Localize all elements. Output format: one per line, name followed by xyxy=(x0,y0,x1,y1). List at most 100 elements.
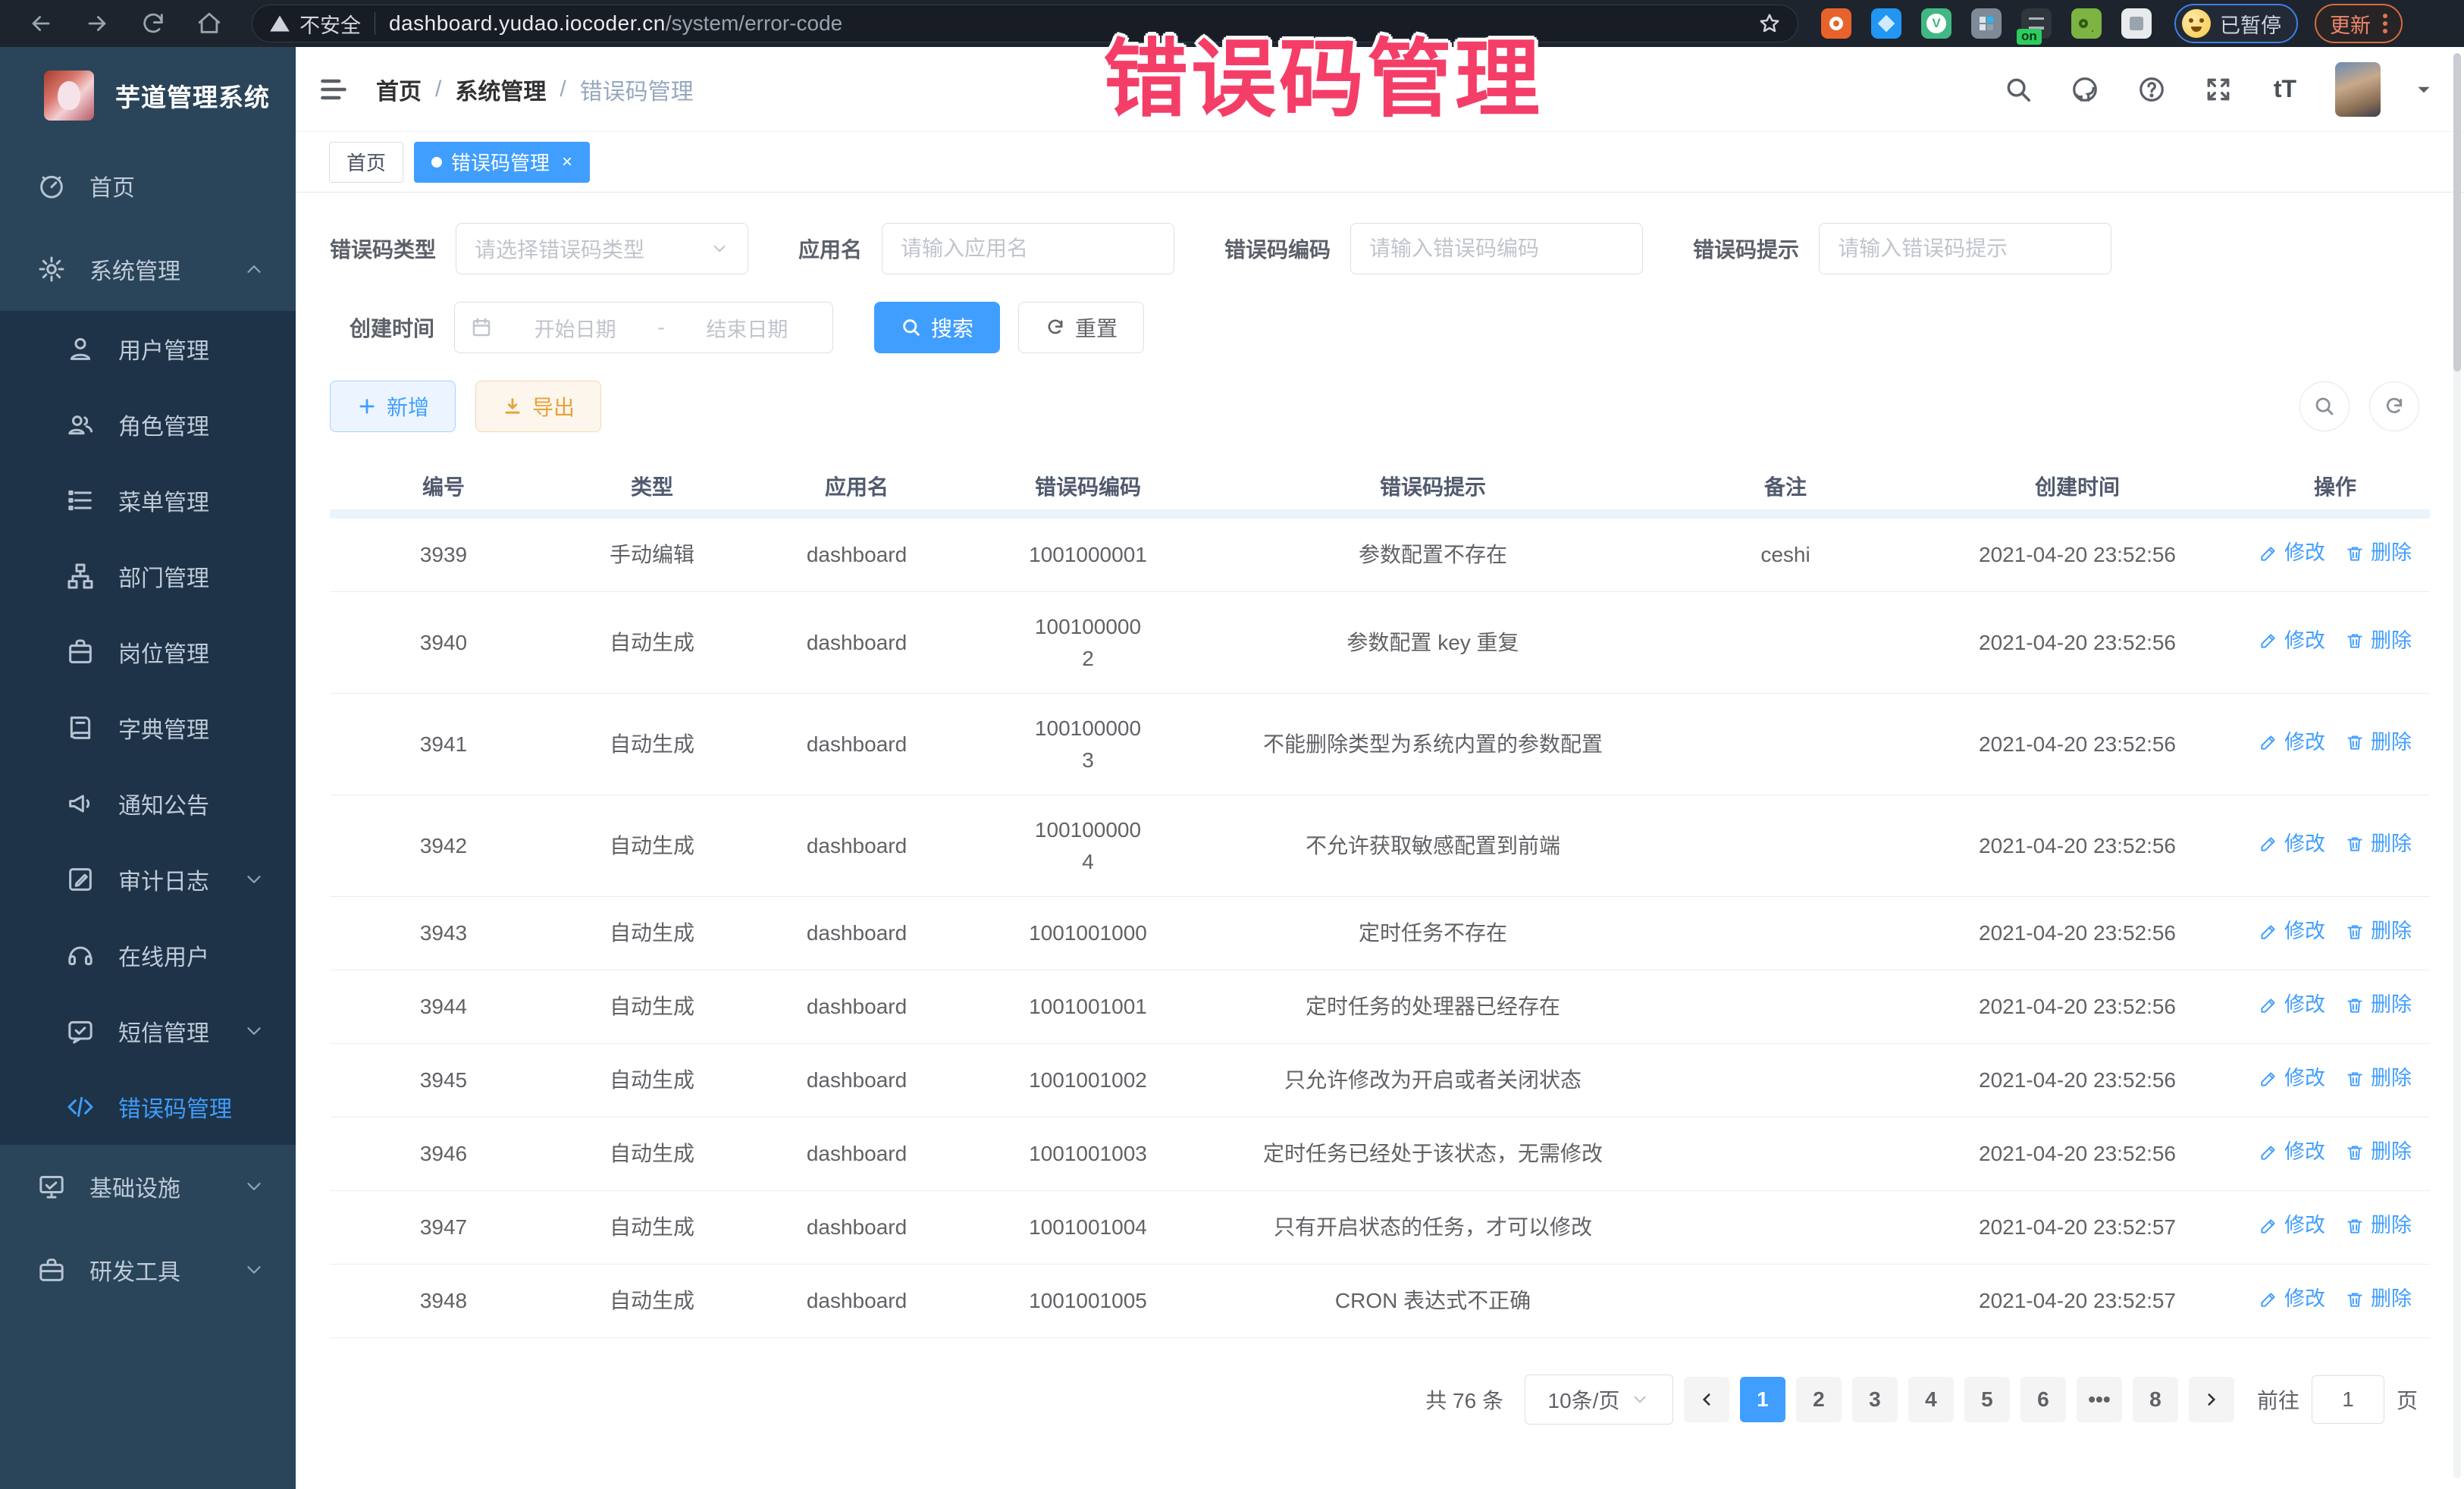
sidebar-item-14[interactable]: 研发工具 xyxy=(0,1228,296,1312)
tag-close-icon[interactable]: × xyxy=(562,152,572,173)
page-scrollbar[interactable] xyxy=(2453,53,2461,1478)
browser-forward-icon[interactable] xyxy=(82,8,112,39)
user-avatar[interactable] xyxy=(2335,62,2381,117)
error-type-select[interactable]: 请选择错误码类型 xyxy=(456,223,748,274)
bookmark-star-icon[interactable] xyxy=(1758,12,1781,35)
breadcrumb-item-1[interactable]: 系统管理 xyxy=(455,73,546,106)
font-size-icon[interactable]: tT xyxy=(2268,73,2302,106)
delete-link[interactable]: 删除 xyxy=(2345,829,2412,860)
page-button-3[interactable]: 3 xyxy=(1852,1377,1898,1422)
page-button-1[interactable]: 1 xyxy=(1740,1377,1785,1422)
sidebar-item-3[interactable]: 角色管理 xyxy=(0,387,296,462)
sidebar-item-0[interactable]: 首页 xyxy=(0,144,296,227)
edit-link[interactable]: 修改 xyxy=(2259,625,2325,657)
delete-link[interactable]: 删除 xyxy=(2345,538,2412,569)
sidebar-item-7[interactable]: 字典管理 xyxy=(0,690,296,766)
edit-link[interactable]: 修改 xyxy=(2259,1210,2325,1241)
extension-switch-icon[interactable]: on xyxy=(2021,8,2052,39)
reset-button[interactable]: 重置 xyxy=(1018,302,1144,353)
edit-link[interactable]: 修改 xyxy=(2259,916,2325,947)
sidebar-item-9[interactable]: 审计日志 xyxy=(0,842,296,917)
extension-puzzle-icon[interactable] xyxy=(2121,8,2152,39)
filter-input-2[interactable] xyxy=(1350,223,1643,274)
prev-page-button[interactable] xyxy=(1684,1377,1729,1422)
sidebar-item-5[interactable]: 部门管理 xyxy=(0,538,296,614)
filter-text-input[interactable] xyxy=(1838,237,2093,261)
annotation-overlay-text: 错误码管理 xyxy=(1103,11,1543,133)
tag-view-1[interactable]: 错误码管理× xyxy=(414,142,590,183)
page-ellipsis-button[interactable]: ••• xyxy=(2077,1377,2122,1422)
date-range-picker[interactable]: 开始日期 - 结束日期 xyxy=(454,302,833,353)
delete-link[interactable]: 删除 xyxy=(2345,989,2412,1020)
page-button-8[interactable]: 8 xyxy=(2133,1377,2178,1422)
address-bar[interactable]: 不安全 dashboard.yudao.iocoder.cn/system/er… xyxy=(252,5,1798,42)
delete-link[interactable]: 删除 xyxy=(2345,1284,2412,1315)
sidebar-item-2[interactable]: 用户管理 xyxy=(0,311,296,387)
browser-profile-chip[interactable]: 已暂停 xyxy=(2174,4,2298,43)
sidebar-item-13[interactable]: 基础设施 xyxy=(0,1145,296,1228)
edit-link[interactable]: 修改 xyxy=(2259,1136,2325,1168)
sidebar-item-6[interactable]: 岗位管理 xyxy=(0,614,296,690)
toggle-search-icon[interactable] xyxy=(2299,381,2350,431)
page-size-select[interactable]: 10条/页 xyxy=(1525,1375,1673,1425)
delete-link[interactable]: 删除 xyxy=(2345,1136,2412,1168)
chevron-down-icon xyxy=(243,1175,265,1198)
app-logo-row[interactable]: 芋道管理系统 xyxy=(0,47,296,144)
filter-text-input[interactable] xyxy=(1369,237,1624,261)
search-button[interactable]: 搜索 xyxy=(874,302,1000,353)
extension-key-icon[interactable] xyxy=(2071,8,2102,39)
cell-actions: 修改删除 xyxy=(2240,908,2430,958)
cell-type: 自动生成 xyxy=(557,1277,747,1324)
sidebar-item-1[interactable]: 系统管理 xyxy=(0,227,296,311)
filter-text-input[interactable] xyxy=(901,237,1155,261)
sidebar-item-4[interactable]: 菜单管理 xyxy=(0,462,296,538)
page-button-4[interactable]: 4 xyxy=(1908,1377,1954,1422)
export-button[interactable]: 导出 xyxy=(475,381,601,432)
edit-link[interactable]: 修改 xyxy=(2259,538,2325,569)
edit-link[interactable]: 修改 xyxy=(2259,989,2325,1020)
edit-link[interactable]: 修改 xyxy=(2259,829,2325,860)
browser-home-icon[interactable] xyxy=(194,8,224,39)
extension-grid-icon[interactable] xyxy=(1971,8,2002,39)
extension-vue-icon[interactable]: V xyxy=(1921,8,1951,39)
edit-link[interactable]: 修改 xyxy=(2259,727,2325,758)
sidebar-item-12[interactable]: 错误码管理 xyxy=(0,1069,296,1145)
devtools-icon xyxy=(35,1253,68,1287)
github-icon[interactable] xyxy=(2068,73,2102,106)
header-search-icon[interactable] xyxy=(2002,73,2035,106)
page-button-5[interactable]: 5 xyxy=(1964,1377,2010,1422)
delete-link[interactable]: 删除 xyxy=(2345,1063,2412,1094)
pagination-total: 共 76 条 xyxy=(1425,1384,1503,1415)
next-page-button[interactable] xyxy=(2189,1377,2234,1422)
sidebar-item-10[interactable]: 在线用户 xyxy=(0,917,296,993)
fullscreen-icon[interactable] xyxy=(2202,73,2235,106)
browser-reload-icon[interactable] xyxy=(138,8,168,39)
active-tag-dot xyxy=(431,157,442,168)
extension-gem-icon[interactable] xyxy=(1871,8,1901,39)
browser-menu-dots-icon[interactable] xyxy=(2383,14,2387,33)
browser-back-icon[interactable] xyxy=(26,8,56,39)
add-button[interactable]: 新增 xyxy=(330,381,456,432)
sidebar-item-11[interactable]: 短信管理 xyxy=(0,993,296,1069)
tag-view-0[interactable]: 首页 xyxy=(329,142,403,183)
delete-link[interactable]: 删除 xyxy=(2345,727,2412,758)
edit-link[interactable]: 修改 xyxy=(2259,1063,2325,1094)
breadcrumb-item-0[interactable]: 首页 xyxy=(376,73,422,106)
delete-link[interactable]: 删除 xyxy=(2345,916,2412,947)
page-button-2[interactable]: 2 xyxy=(1796,1377,1842,1422)
edit-link[interactable]: 修改 xyxy=(2259,1284,2325,1315)
refresh-table-icon[interactable] xyxy=(2369,381,2419,431)
help-question-icon[interactable] xyxy=(2135,73,2168,106)
filter-input-1[interactable] xyxy=(882,223,1174,274)
avatar-caret-icon[interactable] xyxy=(2414,80,2434,99)
delete-link[interactable]: 删除 xyxy=(2345,625,2412,657)
extension-orange-icon[interactable] xyxy=(1821,8,1851,39)
hamburger-icon[interactable] xyxy=(317,73,350,106)
browser-update-button[interactable]: 更新 xyxy=(2315,4,2403,43)
sidebar-item-8[interactable]: 通知公告 xyxy=(0,766,296,842)
delete-link[interactable]: 删除 xyxy=(2345,1210,2412,1241)
goto-page-input[interactable] xyxy=(2312,1375,2384,1424)
filter-input-3[interactable] xyxy=(1819,223,2111,274)
table-row-3948: 3948自动生成dashboard1001001005CRON 表达式不正确20… xyxy=(330,1265,2430,1338)
page-button-6[interactable]: 6 xyxy=(2020,1377,2066,1422)
